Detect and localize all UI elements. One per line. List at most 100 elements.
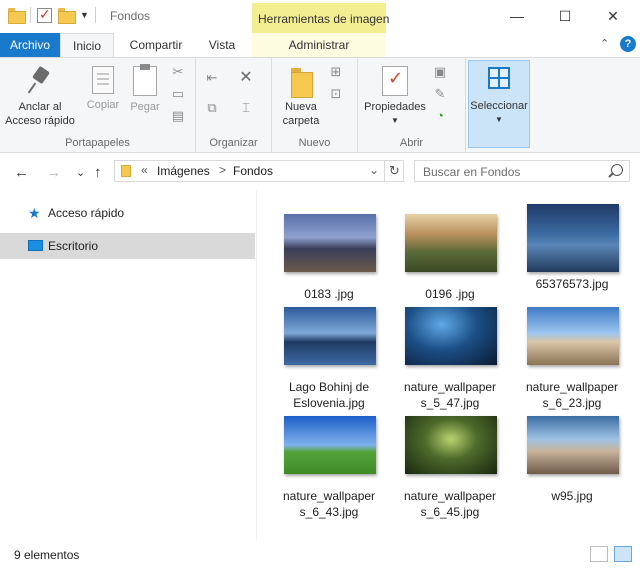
file-name: 0183 .jpg	[304, 287, 354, 301]
address-bar[interactable]: « Imágenes > Fondos ⌄	[114, 160, 404, 182]
cut-icon[interactable]: ✂	[170, 64, 186, 80]
paste-button[interactable]: Pegar	[128, 64, 162, 114]
copy-label: Copiar	[86, 99, 120, 111]
search-placeholder: Buscar en Fondos	[423, 165, 521, 179]
tab-administrar[interactable]: Administrar	[252, 33, 386, 57]
move-to-icon[interactable]: ⇤	[204, 70, 220, 86]
file-name: w95.jpg	[551, 489, 593, 503]
toolbar-divider	[30, 7, 31, 23]
tab-vista[interactable]: Vista	[196, 33, 248, 57]
status-bar: 9 elementos	[0, 540, 640, 568]
easy-access-icon[interactable]: ⊡	[328, 86, 344, 102]
maximize-button[interactable]: ☐	[542, 0, 588, 32]
copy-icon	[92, 66, 114, 94]
select-icon	[488, 67, 510, 89]
properties-icon[interactable]	[37, 6, 52, 23]
file-name: nature_wallpaper s_6_23.jpg	[525, 380, 619, 410]
nav-item-desktop[interactable]: Escritorio	[0, 233, 255, 259]
back-button[interactable]: ←	[14, 164, 29, 181]
file-name: Lago Bohinj de Eslovenia.jpg	[288, 380, 370, 410]
properties-icon	[382, 66, 408, 96]
history-icon[interactable]: ◔	[432, 108, 448, 124]
context-tab-header: Herramientas de imagen	[252, 3, 390, 33]
large-icons-view-button[interactable]	[614, 546, 632, 562]
collapse-ribbon-button[interactable]: ⌃	[600, 37, 609, 50]
details-view-button[interactable]	[590, 546, 608, 562]
recent-locations-dropdown[interactable]: ⌄	[76, 166, 85, 179]
select-label: Seleccionar	[470, 100, 528, 112]
pin-label-line1: Anclar al	[18, 101, 62, 113]
image-thumbnail	[405, 416, 497, 474]
image-thumbnail	[405, 214, 497, 272]
copy-path-icon[interactable]: ▭	[170, 86, 186, 102]
pin-quick-access-button[interactable]: Anclar al Acceso rápido	[4, 66, 76, 128]
file-list: 0183 .jpg 0196 .jpg 65376573.jpg Lago Bo…	[258, 190, 640, 540]
ribbon: Anclar al Acceso rápido Copiar Pegar ✂ ▭…	[0, 57, 640, 153]
rename-icon[interactable]: ⌶	[238, 100, 254, 116]
forward-button[interactable]: →	[46, 164, 61, 181]
new-group-label: Nuevo	[298, 137, 331, 149]
pin-label-line2: Acceso rápido	[5, 115, 75, 127]
tab-inicio[interactable]: Inicio	[60, 33, 114, 58]
context-tab-header-label: Herramientas de imagen	[258, 12, 390, 26]
navigation-pane: ★ Acceso rápido Escritorio	[0, 190, 256, 540]
clipboard-group: Anclar al Acceso rápido Copiar Pegar ✂ ▭…	[0, 58, 196, 152]
edit-icon[interactable]: ✎	[432, 86, 448, 102]
tab-compartir[interactable]: Compartir	[120, 33, 192, 57]
tab-archivo[interactable]: Archivo	[0, 33, 60, 57]
file-name: 0196 .jpg	[425, 287, 475, 301]
new-folder-line2: carpeta	[282, 115, 320, 127]
help-icon[interactable]: ?	[620, 36, 636, 52]
open-icon[interactable]: ▣	[432, 64, 448, 80]
image-thumbnail	[527, 204, 619, 272]
breadcrumb-fondos[interactable]: Fondos	[233, 164, 273, 178]
file-name: nature_wallpaper s_6_43.jpg	[282, 489, 376, 519]
new-folder-icon[interactable]	[58, 8, 76, 24]
nav-item-label: Acceso rápido	[48, 206, 125, 220]
image-thumbnail	[405, 307, 497, 365]
select-dropdown-arrow: ▼	[495, 115, 503, 124]
pin-icon	[27, 66, 53, 96]
copy-button[interactable]: Copiar	[84, 66, 122, 112]
desktop-icon	[28, 240, 43, 251]
search-icon	[611, 164, 623, 176]
paste-shortcut-icon[interactable]: ▤	[170, 108, 186, 124]
nav-item-label: Escritorio	[48, 239, 99, 253]
new-item-icon[interactable]: ⊞	[328, 64, 344, 80]
clipboard-group-label: Portapapeles	[65, 137, 130, 149]
select-button[interactable]: Seleccionar ▼	[468, 60, 530, 148]
star-icon: ★	[28, 205, 41, 221]
file-name: nature_wallpaper s_5_47.jpg	[403, 380, 497, 410]
select-button-content: Seleccionar ▼	[469, 67, 529, 127]
file-name: nature_wallpaper s_6_45.jpg	[403, 489, 497, 519]
image-thumbnail	[284, 307, 376, 365]
open-group: Propiedades ▼ ▣ ✎ ◔ Abrir	[358, 58, 466, 152]
open-group-label: Abrir	[399, 137, 424, 149]
window-title: Fondos	[110, 9, 151, 23]
up-button[interactable]: ↑	[94, 164, 102, 181]
breadcrumb-imagenes[interactable]: Imágenes	[157, 164, 210, 178]
refresh-button[interactable]: ↻	[384, 160, 404, 182]
title-bar: ▼ Fondos Herramientas de imagen — ☐ ✕	[0, 0, 640, 33]
toolbar-divider	[94, 7, 96, 23]
pane-divider[interactable]	[256, 190, 257, 540]
new-folder-button[interactable]: Nueva carpeta	[276, 66, 326, 128]
delete-icon[interactable]: ✕	[238, 70, 254, 86]
properties-dropdown-arrow: ▼	[391, 116, 399, 125]
copy-to-icon[interactable]: ⧉	[204, 100, 220, 116]
breadcrumb-separator[interactable]: >	[219, 163, 226, 177]
paste-label: Pegar	[130, 101, 160, 113]
customize-toolbar-dropdown[interactable]: ▼	[80, 10, 89, 20]
minimize-button[interactable]: —	[494, 0, 540, 32]
search-input[interactable]: Buscar en Fondos	[414, 160, 630, 182]
image-thumbnail	[527, 416, 619, 474]
new-folder-line1: Nueva	[285, 101, 317, 113]
organize-group-label: Organizar	[209, 137, 258, 149]
properties-button[interactable]: Propiedades ▼	[360, 66, 430, 128]
folder-icon[interactable]	[8, 8, 26, 24]
breadcrumb-overflow[interactable]: «	[141, 163, 148, 177]
paste-icon	[133, 64, 157, 96]
close-button[interactable]: ✕	[590, 0, 636, 32]
address-dropdown[interactable]: ⌄	[369, 163, 379, 177]
nav-item-quick-access[interactable]: ★ Acceso rápido	[0, 200, 255, 226]
